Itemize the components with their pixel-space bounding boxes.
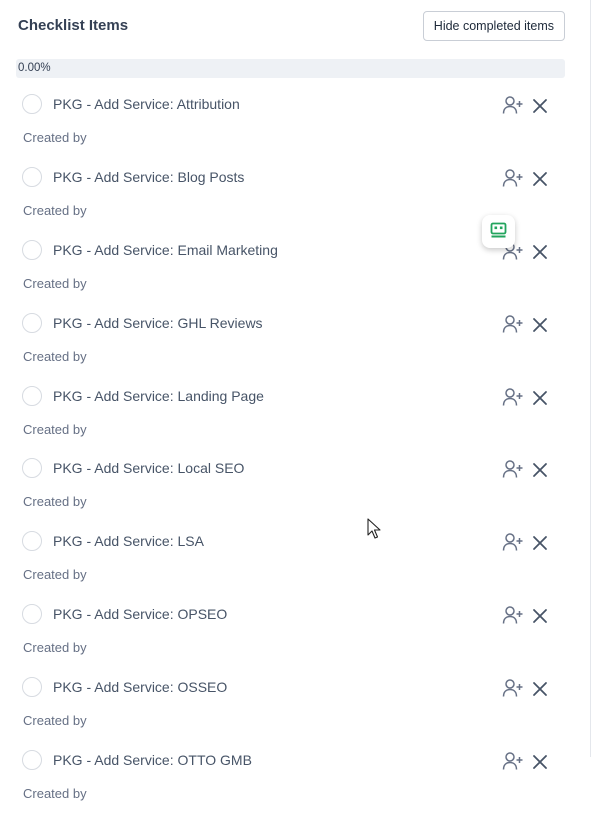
item-checkbox[interactable]	[22, 604, 42, 625]
close-icon[interactable]	[531, 316, 549, 334]
add-user-icon[interactable]	[502, 387, 524, 407]
close-icon[interactable]	[531, 680, 549, 698]
item-checkbox[interactable]	[22, 239, 42, 260]
close-icon[interactable]	[531, 607, 549, 625]
item-checkbox[interactable]	[22, 750, 42, 771]
checklist-item: PKG - Add Service: Attribution Created by	[0, 86, 595, 159]
item-checkbox[interactable]	[22, 312, 42, 333]
close-icon[interactable]	[531, 243, 549, 261]
item-checkbox[interactable]	[22, 677, 42, 698]
checklist-item: PKG - Add Service: LSA Created by	[0, 523, 595, 596]
mouse-cursor	[367, 518, 381, 545]
item-label: PKG - Add Service: OPSEO	[53, 606, 228, 623]
created-by-label: Created by	[23, 786, 87, 802]
checklist-item: PKG - Add Service: OTTO GMB Created by	[0, 742, 595, 815]
close-icon[interactable]	[531, 461, 549, 479]
add-user-icon[interactable]	[502, 95, 524, 115]
checklist-item: PKG - Add Service: Landing Page Created b…	[0, 378, 595, 451]
item-label: PKG - Add Service: LSA	[53, 533, 204, 550]
created-by-label: Created by	[23, 494, 87, 510]
add-user-icon[interactable]	[502, 605, 524, 625]
checklist-list: PKG - Add Service: Attribution Created by…	[0, 86, 595, 815]
panel-edge	[590, 0, 591, 757]
hide-completed-button[interactable]: Hide completed items	[422, 11, 565, 41]
close-icon[interactable]	[531, 389, 549, 407]
checklist-item: PKG - Add Service: Local SEO Created by	[0, 450, 595, 523]
item-label: PKG - Add Service: OTTO GMB	[53, 752, 252, 769]
close-icon[interactable]	[531, 170, 549, 188]
item-checkbox[interactable]	[22, 531, 42, 552]
progress-bar: 0.00%	[16, 59, 565, 78]
item-label: PKG - Add Service: Attribution	[53, 96, 240, 112]
chat-widget-button[interactable]	[482, 215, 515, 248]
item-checkbox[interactable]	[22, 385, 42, 406]
item-label: PKG - Add Service: GHL Reviews	[53, 314, 263, 331]
checklist-header: Checklist Items Hide completed items	[18, 0, 565, 52]
checklist-title: Checklist Items	[18, 17, 129, 34]
created-by-label: Created by	[23, 275, 87, 291]
created-by-label: Created by	[23, 640, 87, 656]
item-checkbox[interactable]	[22, 94, 42, 114]
item-checkbox[interactable]	[22, 166, 42, 187]
item-label: PKG - Add Service: Landing Page	[53, 387, 264, 404]
created-by-label: Created by	[23, 713, 87, 729]
item-label: PKG - Add Service: Local SEO	[53, 460, 245, 477]
add-user-icon[interactable]	[502, 532, 524, 552]
created-by-label: Created by	[23, 567, 87, 583]
item-label: PKG - Add Service: Email Marketing	[53, 241, 278, 258]
close-icon[interactable]	[531, 753, 549, 771]
item-label: PKG - Add Service: Blog Posts	[53, 168, 245, 185]
close-icon[interactable]	[531, 534, 549, 552]
created-by-label: Created by	[23, 202, 87, 218]
created-by-label: Created by	[23, 348, 87, 364]
add-user-icon[interactable]	[502, 314, 524, 334]
created-by-label: Created by	[23, 130, 87, 145]
created-by-label: Created by	[23, 421, 87, 437]
add-user-icon[interactable]	[502, 459, 524, 479]
checklist-item: PKG - Add Service: OSSEO Created by	[0, 669, 595, 742]
item-checkbox[interactable]	[22, 458, 42, 479]
add-user-icon[interactable]	[502, 168, 524, 188]
item-label: PKG - Add Service: OSSEO	[53, 679, 228, 696]
add-user-icon[interactable]	[502, 678, 524, 698]
progress-label: 0.00%	[18, 62, 51, 74]
chat-widget-icon	[490, 222, 507, 238]
checklist-item: PKG - Add Service: GHL Reviews Created by	[0, 305, 595, 378]
checklist-item: PKG - Add Service: OPSEO Created by	[0, 596, 595, 669]
add-user-icon[interactable]	[502, 751, 524, 771]
close-icon[interactable]	[531, 97, 549, 115]
